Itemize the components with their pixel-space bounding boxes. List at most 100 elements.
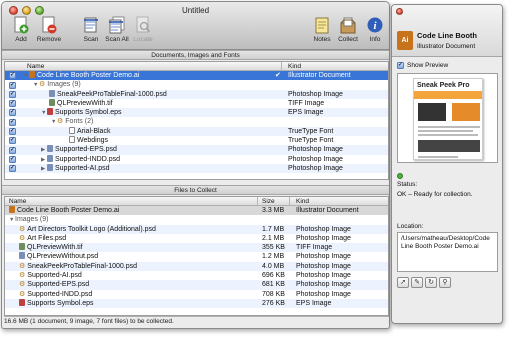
files-to-collect-header: Files to Collect bbox=[2, 185, 389, 195]
file-size: 3.3 MB bbox=[262, 207, 285, 214]
remove-label: Remove bbox=[36, 36, 62, 43]
table-row[interactable]: ⚙ Art Directors Toolkit Logo (Additional)… bbox=[5, 224, 388, 234]
remove-button[interactable]: Remove bbox=[34, 16, 64, 43]
col-name-header[interactable]: Name bbox=[27, 62, 44, 71]
status-label: Status: bbox=[397, 181, 418, 188]
info-label: Info bbox=[369, 36, 381, 43]
table-row[interactable]: ✓ ▶ Supported-AI.psd Photoshop Image bbox=[5, 163, 388, 174]
include-checkbox[interactable]: ✓ bbox=[9, 165, 16, 173]
table-row[interactable]: ▼Images (9) bbox=[5, 215, 388, 224]
file-name: Supported-INDD.psd bbox=[55, 155, 120, 163]
file-size: 4.0 MB bbox=[262, 262, 285, 270]
table-row[interactable]: QLPreviewWithout.psd 1.2 MB Photoshop Im… bbox=[5, 252, 388, 261]
tiff-file-icon bbox=[19, 243, 25, 251]
documents-table-header: Name Kind bbox=[5, 62, 388, 71]
locate-button[interactable]: Locate bbox=[128, 16, 158, 43]
photoshop-file-icon bbox=[47, 145, 53, 153]
documents-section-header: Documents, Images and Fonts bbox=[2, 50, 389, 60]
file-kind: Photoshop Image bbox=[296, 225, 351, 233]
location-actions: ➚ ✎ ↻ ⚲ bbox=[397, 277, 451, 288]
info-button[interactable]: i Info bbox=[360, 16, 389, 43]
show-preview-toggle[interactable]: ✓ Show Preview bbox=[397, 62, 448, 69]
table-row[interactable]: QLPreviewWith.tif 355 KB TIFF Image bbox=[5, 243, 388, 253]
toolbar: Untitled Add Remove Scan Scan All Locate… bbox=[2, 2, 389, 50]
edit-pencil-icon[interactable]: ✎ bbox=[411, 277, 423, 288]
show-preview-checkbox[interactable]: ✓ bbox=[397, 62, 404, 69]
font-file-icon bbox=[69, 136, 75, 144]
scan-icon bbox=[82, 16, 100, 34]
file-name: Code Line Booth Poster Demo.ai bbox=[37, 72, 140, 79]
table-row[interactable]: ✓ ▼⚙ Fonts (2) bbox=[5, 117, 388, 126]
file-size: 276 KB bbox=[262, 299, 285, 307]
photoshop-file-icon bbox=[49, 89, 55, 97]
include-checkbox[interactable]: ✓ bbox=[9, 118, 16, 126]
file-name: Art Directors Toolkit Logo (Additional).… bbox=[27, 225, 156, 233]
location-field[interactable]: /Users/matheau/Desktop/Code Line Booth P… bbox=[397, 232, 498, 272]
tiff-file-icon bbox=[49, 98, 55, 106]
files-to-collect-table[interactable]: Name Size Kind Code Line Booth Poster De… bbox=[4, 196, 389, 316]
table-row[interactable]: ✓ QLPreviewWith.tif TIFF Image bbox=[5, 98, 388, 108]
table-row[interactable]: ✓ Arial-Black TrueType Font bbox=[5, 126, 388, 137]
col-size-header[interactable]: Size bbox=[262, 197, 275, 206]
status-check-icon: ✔ bbox=[275, 72, 281, 79]
gear-icon: ⚙ bbox=[19, 234, 26, 242]
group-name: Fonts (2) bbox=[65, 118, 94, 126]
file-kind: Illustrator Document bbox=[296, 207, 359, 214]
add-icon bbox=[12, 16, 30, 34]
table-row[interactable]: Supports Symbol.eps 276 KB EPS Image bbox=[5, 298, 388, 309]
photoshop-file-icon bbox=[19, 252, 25, 260]
include-checkbox[interactable]: ✓ bbox=[9, 128, 16, 136]
include-checkbox[interactable]: ✓ bbox=[9, 146, 16, 154]
font-file-icon bbox=[69, 126, 75, 134]
files-table-header: Name Size Kind bbox=[5, 197, 388, 206]
table-row[interactable]: ✓ SneakPeekProTableFinal-1000.psd Photos… bbox=[5, 89, 388, 99]
documents-table[interactable]: Name Kind ✓ ▼ Code Line Booth Poster Demo… bbox=[4, 61, 389, 180]
file-name: Supported-AI.psd bbox=[55, 164, 110, 172]
add-button[interactable]: Add bbox=[6, 16, 36, 43]
include-checkbox[interactable]: ✓ bbox=[9, 100, 16, 108]
include-checkbox[interactable]: ✓ bbox=[9, 90, 16, 98]
add-label: Add bbox=[15, 36, 27, 43]
table-row[interactable]: ⚙ Supported-INDD.psd 708 KB Photoshop Ima… bbox=[5, 290, 388, 299]
gear-icon: ⚙ bbox=[19, 290, 26, 298]
document-preview-image: Sneak Peek Pro bbox=[413, 78, 483, 160]
refresh-icon[interactable]: ↻ bbox=[425, 277, 437, 288]
table-row[interactable]: ✓ Webdings TrueType Font bbox=[5, 136, 388, 145]
gear-icon: ⚙ bbox=[39, 81, 46, 89]
file-kind: Photoshop Image bbox=[288, 146, 343, 154]
panel-close-button[interactable] bbox=[396, 8, 403, 15]
file-name: Supports Symbol.eps bbox=[55, 109, 122, 117]
collect-button[interactable]: Collect bbox=[333, 16, 363, 43]
include-checkbox[interactable]: ✓ bbox=[9, 109, 16, 117]
include-checkbox[interactable]: ✓ bbox=[9, 137, 16, 145]
magnifier-icon[interactable]: ⚲ bbox=[439, 277, 451, 288]
reveal-arrow-icon[interactable]: ➚ bbox=[397, 277, 409, 288]
file-kind: Photoshop Image bbox=[296, 281, 351, 289]
table-row[interactable]: ✓ ▼⚙ Images (9) bbox=[5, 80, 388, 89]
info-icon: i bbox=[366, 16, 384, 34]
file-kind: EPS Image bbox=[296, 299, 332, 307]
panel-controls bbox=[396, 8, 403, 15]
table-row[interactable]: Code Line Booth Poster Demo.ai 3.3 MB Il… bbox=[5, 206, 388, 216]
include-checkbox[interactable]: ✓ bbox=[9, 72, 16, 80]
gear-icon: ⚙ bbox=[19, 225, 26, 233]
file-name: QLPreviewWithout.psd bbox=[27, 253, 99, 261]
window-title: Untitled bbox=[181, 6, 210, 15]
table-row[interactable]: ✓ ▶ Supported-INDD.psd Photoshop Image bbox=[5, 154, 388, 164]
include-checkbox[interactable]: ✓ bbox=[9, 81, 16, 89]
include-checkbox[interactable]: ✓ bbox=[9, 155, 16, 163]
file-size: 681 KB bbox=[262, 281, 285, 289]
collect-icon bbox=[339, 16, 357, 34]
file-name: Art Files.psd bbox=[27, 234, 67, 242]
table-row[interactable]: ⚙ Art Files.psd 2.1 MB Photoshop Image bbox=[5, 234, 388, 243]
font-name: Webdings bbox=[77, 137, 109, 145]
table-row[interactable]: ✓ ▼ Supports Symbol.eps EPS Image bbox=[5, 108, 388, 118]
col-name-header[interactable]: Name bbox=[9, 197, 26, 206]
table-row[interactable]: ⚙ SneakPeekProTableFinal-1000.psd 4.0 MB … bbox=[5, 261, 388, 272]
col-kind-header[interactable]: Kind bbox=[288, 62, 301, 71]
table-row[interactable]: ✓ ▶ Supported-EPS.psd Photoshop Image bbox=[5, 145, 388, 155]
table-row[interactable]: ✓ ▼ Code Line Booth Poster Demo.ai ✔ Illu… bbox=[5, 71, 388, 81]
col-kind-header[interactable]: Kind bbox=[296, 197, 309, 206]
table-row[interactable]: ⚙ Supported-AI.psd 696 KB Photoshop Image bbox=[5, 271, 388, 280]
table-row[interactable]: ⚙ Supported-EPS.psd 681 KB Photoshop Imag… bbox=[5, 280, 388, 290]
